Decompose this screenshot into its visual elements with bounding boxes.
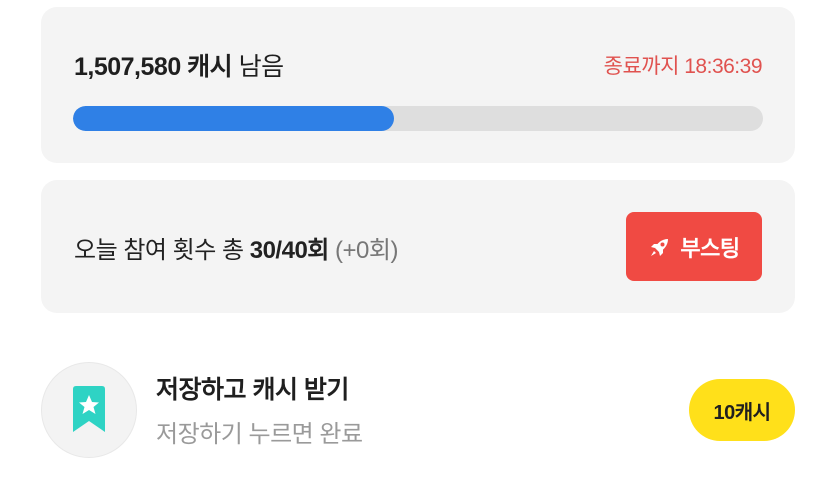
rocket-icon (651, 238, 669, 256)
participation-card: 오늘 참여 횟수 총 30/40회 (+0회) 부스팅 (41, 180, 795, 313)
mission-subtitle: 저장하기 누르면 완료 (156, 421, 363, 448)
remaining-cash: 1,507,580 캐시 남음 (74, 47, 284, 83)
end-timer: 종료까지 18:36:39 (603, 55, 763, 78)
remaining-cash-amount: 1,507,580 캐시 (74, 53, 233, 81)
participation-value: 30/40회 (249, 237, 330, 264)
mission-title: 저장하고 캐시 받기 (156, 376, 349, 404)
remaining-cash-suffix: 남음 (238, 53, 285, 81)
cash-progress-fill (73, 106, 394, 131)
participation-count: 오늘 참여 횟수 총 30/40회 (+0회) (74, 230, 398, 265)
cash-card: 1,507,580 캐시 남음 종료까지 18:36:39 (41, 7, 795, 163)
boost-button[interactable]: 부스팅 (626, 212, 762, 281)
reward-badge-button[interactable]: 10캐시 (689, 379, 795, 441)
cash-progress-bar (73, 106, 763, 131)
participation-prefix: 오늘 참여 횟수 총 (74, 237, 250, 264)
bookmark-star-icon (73, 386, 105, 432)
mission-avatar (41, 362, 137, 458)
participation-extra: (+0회) (335, 237, 398, 264)
boost-label: 부스팅 (680, 235, 740, 261)
cash-row: 1,507,580 캐시 남음 종료까지 18:36:39 (74, 47, 763, 83)
